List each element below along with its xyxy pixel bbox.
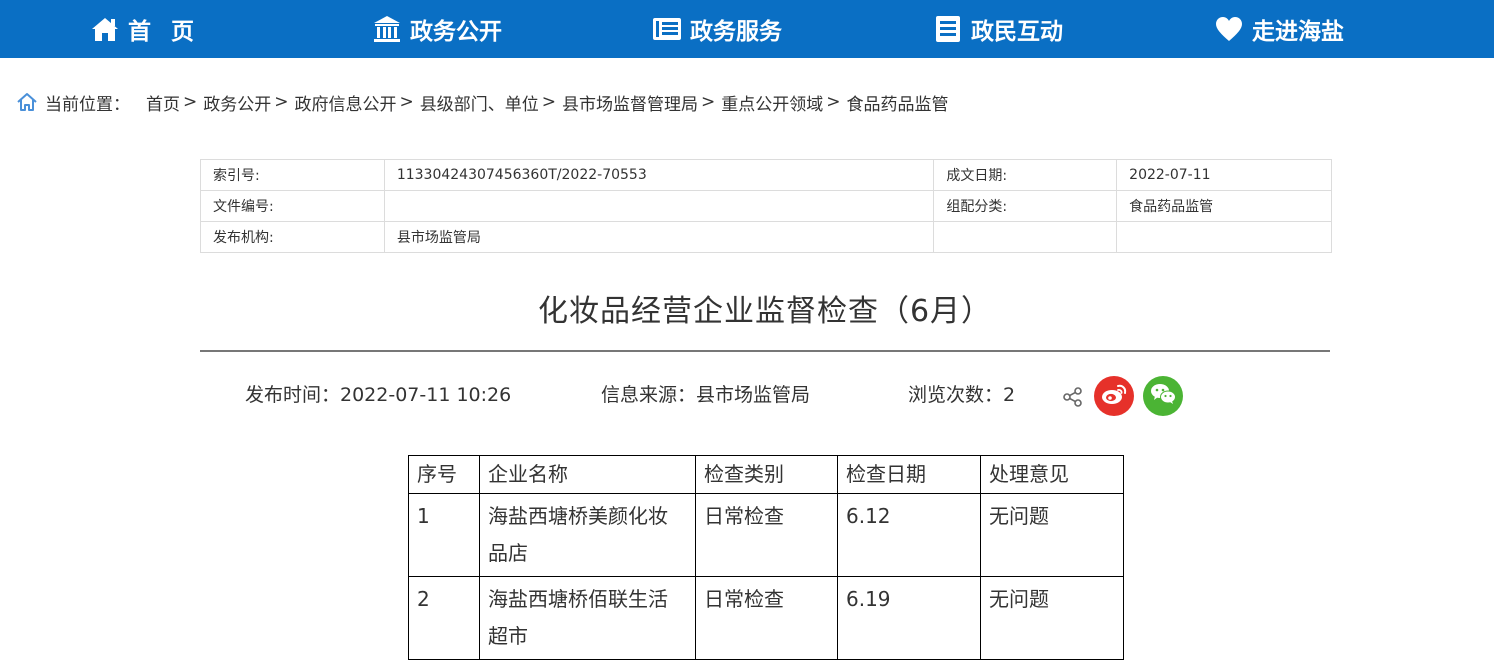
breadcrumb-separator: >: [541, 92, 556, 112]
inspection-results-table: 序号 企业名称 检查类别 检查日期 处理意见 1 海盐西塘桥美颜化妆品店 日常检…: [408, 455, 1124, 660]
breadcrumb-separator: >: [701, 92, 716, 112]
info-source: 信息来源：县市场监管局: [601, 384, 811, 406]
publisher-label: 发布机构:: [200, 221, 385, 253]
nav-item-government-services[interactable]: 政务服务: [652, 0, 782, 58]
breadcrumb-link-county-departments[interactable]: 县级部门、单位: [420, 90, 539, 115]
breadcrumb-link-key-disclosure-areas[interactable]: 重点公开领域: [721, 90, 823, 115]
breadcrumb-link-home[interactable]: 首页: [146, 90, 180, 115]
breadcrumb-separator: >: [826, 92, 841, 112]
weibo-share-button[interactable]: [1094, 376, 1134, 416]
table-row: 1 海盐西塘桥美颜化妆品店 日常检查 6.12 无问题: [408, 493, 1124, 577]
top-navigation-bar: 首页 政务公开 政务服务 政民互动 走进海盐: [0, 0, 1494, 58]
written-date-value: 2022-07-11: [1116, 159, 1332, 191]
service-doc-icon: [652, 14, 682, 44]
metadata-row: 索引号: 11330424307456360T/2022-70553 成文日期:…: [200, 159, 1332, 191]
list-doc-icon: [933, 14, 963, 44]
document-metadata-table: 索引号: 11330424307456360T/2022-70553 成文日期:…: [200, 159, 1332, 253]
metadata-row: 发布机构: 县市场监管局: [200, 221, 1332, 253]
cell-serial: 2: [408, 576, 480, 660]
nav-item-label: 政务公开: [410, 19, 502, 45]
wechat-icon: [1149, 382, 1177, 410]
wechat-share-button[interactable]: [1143, 376, 1183, 416]
breadcrumb-link-food-drug-supervision[interactable]: 食品药品监管: [847, 90, 949, 115]
index-number-value: 11330424307456360T/2022-70553: [383, 159, 935, 191]
metadata-row: 文件编号: 组配分类: 食品药品监管: [200, 190, 1332, 222]
column-header-company-name: 企业名称: [479, 455, 696, 494]
cell-inspection-date: 6.12: [837, 493, 981, 577]
cell-handling-opinion: 无问题: [980, 576, 1124, 660]
breadcrumb: 当前位置： 首页 > 政务公开 > 政府信息公开 > 县级部门、单位 > 县市场…: [16, 88, 949, 116]
index-number-label: 索引号:: [200, 159, 385, 191]
publisher-value: 县市场监管局: [383, 221, 935, 253]
column-header-inspection-type: 检查类别: [695, 455, 838, 494]
heart-icon: [1214, 14, 1244, 44]
column-header-inspection-date: 检查日期: [837, 455, 981, 494]
nav-item-label: 政务服务: [690, 19, 782, 45]
nav-item-government-affairs[interactable]: 政务公开: [372, 0, 502, 58]
view-count: 浏览次数：2: [908, 384, 1016, 406]
publish-time: 发布时间：2022-07-11 10:26: [245, 384, 512, 406]
breadcrumb-link-info-disclosure[interactable]: 政府信息公开: [295, 90, 397, 115]
cell-serial: 1: [408, 493, 480, 577]
column-header-handling-opinion: 处理意见: [980, 455, 1124, 494]
title-divider: [200, 350, 1330, 352]
breadcrumb-separator: >: [399, 92, 414, 112]
article-title: 化妆品经营企业监督检查（6月）: [537, 294, 993, 329]
document-number-label: 文件编号:: [200, 190, 385, 222]
building-icon: [372, 14, 402, 44]
category-label: 组配分类:: [933, 190, 1118, 222]
table-header-row: 序号 企业名称 检查类别 检查日期 处理意见: [408, 455, 1124, 494]
cell-inspection-type: 日常检查: [695, 576, 838, 660]
document-number-value: [383, 190, 935, 222]
empty-cell: [933, 221, 1118, 253]
nav-item-label: 首页: [128, 19, 214, 45]
breadcrumb-label: 当前位置：: [45, 94, 130, 115]
breadcrumb-separator: >: [183, 92, 198, 112]
column-header-serial: 序号: [408, 455, 480, 494]
nav-item-about-haiyan[interactable]: 走进海盐: [1214, 0, 1344, 58]
written-date-label: 成文日期:: [933, 159, 1118, 191]
category-value: 食品药品监管: [1116, 190, 1332, 222]
cell-inspection-date: 6.19: [837, 576, 981, 660]
home-outline-icon: [16, 90, 40, 114]
nav-item-label: 政民互动: [971, 19, 1063, 45]
home-icon: [90, 14, 120, 44]
weibo-icon: [1100, 382, 1128, 410]
breadcrumb-link-government-affairs[interactable]: 政务公开: [203, 90, 271, 115]
cell-company-name: 海盐西塘桥佰联生活超市: [479, 576, 696, 660]
cell-inspection-type: 日常检查: [695, 493, 838, 577]
breadcrumb-separator: >: [274, 92, 289, 112]
table-row: 2 海盐西塘桥佰联生活超市 日常检查 6.19 无问题: [408, 576, 1124, 660]
breadcrumb-link-market-supervision-bureau[interactable]: 县市场监督管理局: [562, 90, 698, 115]
nav-item-public-interaction[interactable]: 政民互动: [933, 0, 1063, 58]
cell-company-name: 海盐西塘桥美颜化妆品店: [479, 493, 696, 577]
share-icon[interactable]: [1062, 386, 1084, 408]
nav-item-label: 走进海盐: [1252, 19, 1344, 45]
cell-handling-opinion: 无问题: [980, 493, 1124, 577]
empty-cell: [1116, 221, 1332, 253]
nav-item-home[interactable]: 首页: [90, 0, 214, 58]
